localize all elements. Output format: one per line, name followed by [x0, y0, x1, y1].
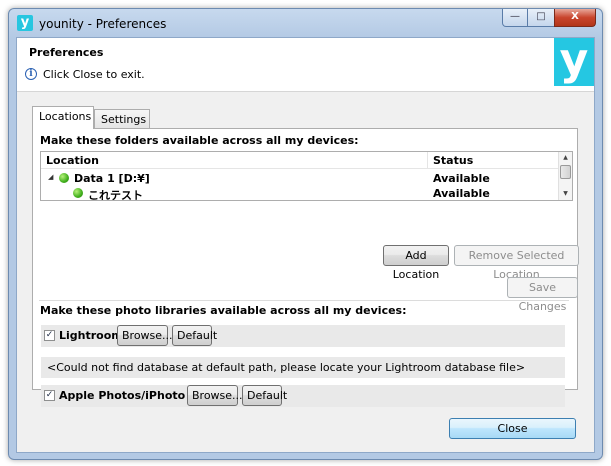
dialog-body: Preferences i Click Close to exit. y Loc…: [16, 37, 595, 453]
info-icon: i: [25, 68, 37, 80]
locations-tree[interactable]: Location Status ◢ Data 1 [D:¥] Available…: [40, 151, 573, 201]
window-controls: — □ X: [502, 9, 596, 28]
scroll-up-icon[interactable]: ▲: [559, 152, 572, 164]
locations-panel: Make these folders available across all …: [32, 128, 579, 407]
apple-photos-default-button[interactable]: Default: [242, 385, 287, 406]
lightroom-label: Lightroom: [59, 329, 123, 342]
save-changes-button[interactable]: Save Changes: [507, 277, 578, 313]
column-header-location[interactable]: Location: [46, 154, 99, 167]
minimize-button[interactable]: —: [502, 9, 528, 27]
tree-scrollbar[interactable]: ▲ ▼: [558, 152, 572, 200]
scroll-down-icon[interactable]: ▼: [559, 188, 572, 200]
apple-photos-checkbox[interactable]: ✓: [44, 390, 55, 401]
apple-photos-row: ✓ Apple Photos/iPhoto Browse... Default: [41, 385, 565, 407]
folders-section-title: Make these folders available across all …: [40, 134, 359, 147]
title-bar[interactable]: y younity - Preferences — □ X: [9, 9, 602, 37]
page-subtitle: Click Close to exit.: [43, 68, 145, 81]
apple-photos-browse-button[interactable]: Browse...: [187, 385, 243, 406]
maximize-button[interactable]: □: [528, 9, 554, 27]
preferences-window: y younity - Preferences — □ X Preference…: [8, 8, 603, 460]
tree-header: Location Status: [41, 152, 559, 169]
remove-location-button[interactable]: Remove Selected Location: [454, 245, 579, 281]
lightroom-default-button[interactable]: Default: [172, 325, 217, 346]
tab-locations[interactable]: Locations: [32, 106, 94, 129]
lightroom-row: ✓ Lightroom Browse... Default: [41, 325, 565, 347]
add-location-button[interactable]: Add Location: [383, 245, 449, 281]
column-divider[interactable]: [427, 152, 428, 168]
window-title: younity - Preferences: [39, 17, 167, 31]
column-header-status[interactable]: Status: [433, 154, 473, 167]
younity-logo: y: [554, 38, 594, 86]
page-title: Preferences: [29, 46, 104, 59]
lightroom-error-note: <Could not find database at default path…: [41, 357, 565, 378]
lightroom-checkbox[interactable]: ✓: [44, 330, 55, 341]
close-window-button[interactable]: X: [554, 9, 596, 27]
scroll-thumb[interactable]: [560, 165, 571, 179]
available-status-icon: [73, 188, 83, 198]
younity-app-icon: y: [17, 15, 33, 31]
location-name: これテスト: [88, 189, 143, 201]
dialog-header: Preferences i Click Close to exit. y: [17, 38, 594, 92]
location-status: Available: [433, 187, 490, 200]
available-status-icon: [59, 173, 69, 183]
tree-row[interactable]: ◢ Data 1 [D:¥] Available: [41, 170, 559, 186]
lightroom-browse-button[interactable]: Browse...: [117, 325, 173, 346]
libraries-section-title: Make these photo libraries available acr…: [40, 304, 407, 317]
expand-triangle-icon[interactable]: ◢: [48, 173, 53, 181]
location-status: Available: [433, 172, 490, 185]
close-button[interactable]: Close: [449, 418, 576, 439]
location-name: Data 1 [D:¥]: [74, 172, 150, 185]
tree-row[interactable]: これテスト Available: [41, 185, 559, 201]
apple-photos-label: Apple Photos/iPhoto: [59, 389, 186, 402]
